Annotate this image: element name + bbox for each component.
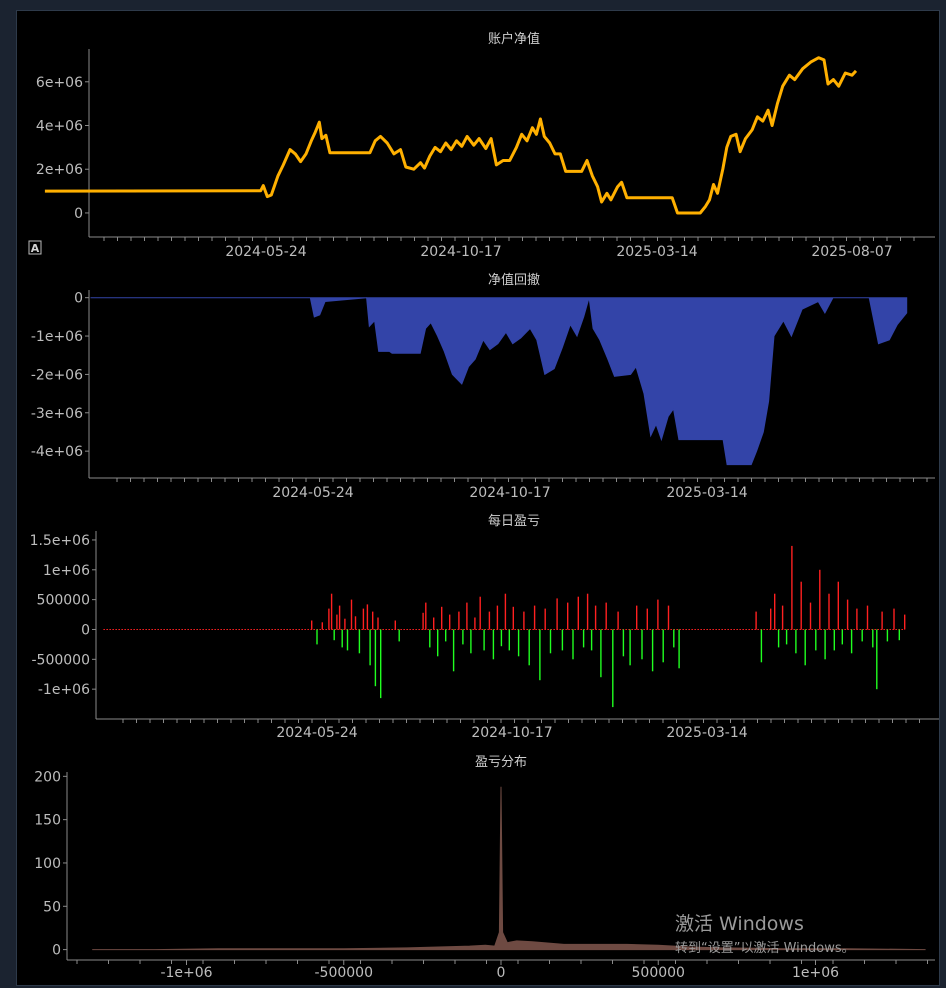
daily-pnl-y-tick-label: 500000 (37, 593, 90, 609)
chart-canvas: 账户净值 0 2e+06 4e+06 6e+06 2024-05-24 2024… (28, 31, 939, 981)
distribution-y-tick-label: 200 (34, 769, 61, 785)
drawdown-y-tick: 0 (74, 291, 89, 307)
daily-pnl-y-tick: -1e+06 (38, 682, 96, 698)
daily-pnl-y-tick: 500000 (37, 593, 96, 609)
equity-minor-ticks (103, 237, 915, 241)
distribution-y-tick-label: 150 (34, 813, 61, 829)
distribution-x-tick-label: 500000 (632, 965, 685, 981)
equity-x-tick-label: 2025-08-07 (811, 244, 892, 260)
distribution-x-tick-label: -1e+06 (160, 965, 212, 981)
daily-pnl-y-ticks: 1.5e+06 1e+06 500000 0 -500000 -1e+06 (30, 533, 96, 698)
daily-pnl-bars (311, 545, 906, 708)
drawdown-y-tick-label: -2e+06 (31, 367, 83, 383)
equity-series-line (44, 56, 858, 215)
daily-pnl-minor-ticks (122, 719, 920, 723)
equity-y-tick-label: 6e+06 (36, 75, 83, 91)
drawdown-y-tick: -2e+06 (31, 367, 89, 383)
distribution-x-tick: 0 (497, 960, 506, 981)
plot-window: 账户净值 0 2e+06 4e+06 6e+06 2024-05-24 2024… (16, 10, 940, 986)
distribution-y-tick-label: 50 (43, 899, 61, 915)
equity-y-tick: 6e+06 (36, 75, 89, 91)
drawdown-y-tick: -4e+06 (31, 444, 89, 460)
distribution-y-tick: 100 (34, 856, 67, 872)
equity-y-tick: 2e+06 (36, 162, 89, 178)
equity-title: 账户净值 (488, 31, 540, 47)
daily-pnl-y-tick-label: 1.5e+06 (30, 533, 91, 549)
auto-range-button[interactable]: A (28, 240, 42, 255)
drawdown-x-tick-label: 2024-05-24 (272, 485, 353, 501)
equity-x-ticks: 2024-05-24 2024-10-17 2025-03-14 2025-08… (225, 244, 892, 260)
distribution-minor-ticks (76, 960, 928, 964)
daily-pnl-y-tick: 1e+06 (43, 563, 96, 579)
distribution-y-ticks: 0 50 100 150 200 (34, 769, 67, 959)
distribution-x-ticks: -1e+06 -500000 0 500000 1e+06 (160, 960, 839, 981)
daily-pnl-y-tick-label: 0 (81, 622, 90, 638)
daily-pnl-panel: 每日盈亏 1.5e+06 1e+06 500000 0 -500000 -1e+… (30, 513, 939, 741)
drawdown-minor-ticks (116, 478, 928, 482)
drawdown-x-ticks: 2024-05-24 2024-10-17 2025-03-14 (272, 485, 747, 501)
daily-pnl-x-tick-label: 2025-03-14 (666, 725, 747, 741)
equity-y-ticks: 0 2e+06 4e+06 6e+06 (36, 75, 89, 222)
drawdown-panel: 净值回撤 0 -1e+06 -2e+06 -3e+06 -4e+06 2024-… (31, 272, 935, 501)
daily-pnl-y-tick: 0 (81, 622, 96, 638)
drawdown-title: 净值回撤 (488, 272, 540, 288)
equity-x-tick-label: 2024-10-17 (420, 244, 501, 260)
windows-activation-watermark: 激活 Windows 转到“设置”以激活 Windows。 (675, 913, 855, 956)
distribution-y-tick: 50 (43, 899, 67, 915)
distribution-x-tick-label: -500000 (315, 965, 374, 981)
equity-x-tick-label: 2025-03-14 (616, 244, 697, 260)
equity-panel: 账户净值 0 2e+06 4e+06 6e+06 2024-05-24 2024… (28, 31, 935, 260)
distribution-x-tick: -1e+06 (160, 960, 213, 981)
distribution-y-tick: 0 (52, 943, 67, 959)
distribution-x-tick-label: 1e+06 (792, 965, 839, 981)
equity-y-tick-label: 2e+06 (36, 162, 83, 178)
daily-pnl-x-ticks: 2024-05-24 2024-10-17 2025-03-14 (276, 725, 747, 741)
distribution-y-tick: 200 (34, 769, 67, 785)
drawdown-y-tick: -1e+06 (31, 329, 89, 345)
distribution-x-tick: -500000 (315, 960, 374, 981)
distribution-x-tick: 500000 (632, 960, 685, 981)
watermark-subtitle: 转到“设置”以激活 Windows。 (675, 941, 855, 956)
distribution-y-tick-label: 100 (34, 856, 61, 872)
drawdown-y-tick: -3e+06 (31, 406, 89, 422)
drawdown-y-tick-label: -3e+06 (31, 406, 83, 422)
distribution-x-tick: 1e+06 (792, 960, 839, 981)
distribution-x-tick-label: 0 (497, 965, 506, 981)
equity-y-tick: 0 (74, 206, 89, 222)
equity-y-tick: 4e+06 (36, 119, 89, 135)
daily-pnl-y-tick-label: -1e+06 (38, 682, 90, 698)
daily-pnl-x-tick-label: 2024-10-17 (471, 725, 552, 741)
equity-y-tick-label: 0 (74, 206, 83, 222)
daily-pnl-y-tick-label: 1e+06 (43, 563, 90, 579)
drawdown-x-tick-label: 2025-03-14 (666, 485, 747, 501)
equity-x-tick-label: 2024-05-24 (225, 244, 306, 260)
daily-pnl-x-tick-label: 2024-05-24 (276, 725, 357, 741)
distribution-title: 盈亏分布 (475, 755, 527, 770)
daily-pnl-title: 每日盈亏 (488, 513, 540, 529)
drawdown-y-ticks: 0 -1e+06 -2e+06 -3e+06 -4e+06 (31, 291, 89, 460)
daily-pnl-y-tick: 1.5e+06 (30, 533, 96, 549)
distribution-y-tick-label: 0 (52, 943, 61, 959)
auto-range-label[interactable]: A (31, 242, 40, 255)
drawdown-y-tick-label: -1e+06 (31, 329, 83, 345)
drawdown-y-tick-label: 0 (74, 291, 83, 307)
drawdown-y-tick-label: -4e+06 (31, 444, 83, 460)
daily-pnl-y-tick-label: -500000 (32, 652, 91, 668)
distribution-y-tick: 150 (34, 813, 67, 829)
daily-pnl-y-tick: -500000 (32, 652, 96, 668)
watermark-title: 激活 Windows (675, 913, 804, 935)
drawdown-x-tick-label: 2024-10-17 (469, 485, 550, 501)
drawdown-series-area (90, 297, 908, 466)
equity-y-tick-label: 4e+06 (36, 119, 83, 135)
